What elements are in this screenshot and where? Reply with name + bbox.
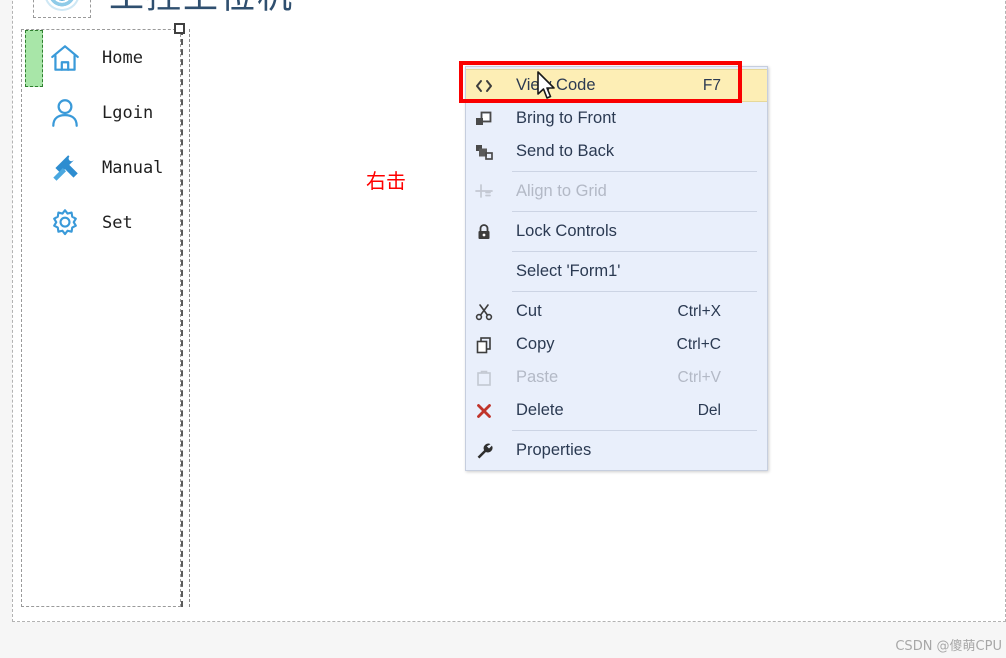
sidebar-item-lgoin[interactable]: Lgoin <box>22 85 180 140</box>
menu-item-label: Paste <box>516 368 559 386</box>
context-menu-list: View Code F7 Bring to Front Send to Back Ali… <box>466 69 767 467</box>
scissors-icon <box>466 303 502 321</box>
watermark: CSDN @傻萌CPU <box>895 639 1002 654</box>
menu-separator <box>512 171 757 172</box>
logo-container[interactable] <box>33 0 91 18</box>
align-to-grid-icon <box>466 183 502 201</box>
paste-icon <box>466 369 502 387</box>
user-icon <box>48 96 82 130</box>
menu-item-label: View Code <box>516 76 596 94</box>
menu-item-cut[interactable]: Cut Ctrl+X <box>466 295 767 328</box>
menu-item-copy[interactable]: Copy Ctrl+C <box>466 328 767 361</box>
menu-item-view-code[interactable]: View Code F7 <box>466 69 767 102</box>
sidebar-item-label: Set <box>102 212 133 233</box>
app-titlebar: 工控上位机 <box>13 0 1005 29</box>
send-to-back-icon <box>466 143 502 161</box>
navigation-list: Home Lgoin Manual Set <box>22 30 180 250</box>
wrench-icon <box>466 442 502 460</box>
menu-item-shortcut: Ctrl+C <box>676 335 721 353</box>
menu-item-shortcut: Ctrl+X <box>677 302 722 320</box>
menu-item-label: Select 'Form1' <box>516 262 621 280</box>
splitter-resize-handle[interactable] <box>174 23 185 34</box>
panel-splitter[interactable] <box>181 29 190 607</box>
tools-icon <box>48 151 82 185</box>
menu-item-label: Lock Controls <box>516 222 617 240</box>
menu-item-shortcut: F7 <box>702 76 721 94</box>
menu-item-label: Align to Grid <box>516 182 607 200</box>
gear-icon <box>48 206 82 240</box>
menu-item-select-form1[interactable]: Select 'Form1' <box>466 255 767 288</box>
form-designer-canvas[interactable]: 工控上位机 Home Lgoin Manual Set 右击 View Code F7 B… <box>12 0 1006 622</box>
menu-item-label: Copy <box>516 335 555 353</box>
menu-item-lock-controls[interactable]: Lock Controls <box>466 215 767 248</box>
code-brackets-icon <box>466 77 502 95</box>
page-title: 工控上位机 <box>109 0 294 19</box>
swirl-logo-icon <box>44 0 80 11</box>
delete-x-icon <box>466 402 502 420</box>
menu-item-shortcut: Ctrl+V <box>677 368 722 386</box>
menu-separator <box>512 430 757 431</box>
screenshot-root: 工控上位机 Home Lgoin Manual Set 右击 View Code F7 B… <box>0 0 1006 658</box>
menu-item-align-to-grid: Align to Grid <box>466 175 767 208</box>
bring-to-front-icon <box>466 110 502 128</box>
menu-item-label: Send to Back <box>516 142 615 160</box>
home-icon <box>48 41 82 75</box>
sidebar-item-label: Manual <box>102 157 164 178</box>
menu-separator <box>512 251 757 252</box>
context-menu[interactable]: View Code F7 Bring to Front Send to Back Ali… <box>465 66 768 471</box>
navigation-panel[interactable]: Home Lgoin Manual Set <box>21 29 181 607</box>
menu-item-send-to-back[interactable]: Send to Back <box>466 135 767 168</box>
menu-item-label: Properties <box>516 441 592 459</box>
menu-item-label: Delete <box>516 401 564 419</box>
menu-item-label: Bring to Front <box>516 109 616 127</box>
sidebar-item-set[interactable]: Set <box>22 195 180 250</box>
menu-item-delete[interactable]: Delete Del <box>466 394 767 427</box>
menu-item-shortcut: Del <box>697 401 721 419</box>
sidebar-item-manual[interactable]: Manual <box>22 140 180 195</box>
menu-item-paste: Paste Ctrl+V <box>466 361 767 394</box>
menu-separator <box>512 211 757 212</box>
menu-item-bring-to-front[interactable]: Bring to Front <box>466 102 767 135</box>
sidebar-item-label: Lgoin <box>102 102 154 123</box>
right-click-annotation: 右击 <box>366 169 406 193</box>
menu-item-properties[interactable]: Properties <box>466 434 767 467</box>
copy-icon <box>466 336 502 354</box>
menu-separator <box>512 291 757 292</box>
sidebar-item-home[interactable]: Home <box>22 30 180 87</box>
menu-item-label: Cut <box>516 302 542 320</box>
sidebar-item-label: Home <box>102 47 143 68</box>
lock-icon <box>466 223 502 241</box>
